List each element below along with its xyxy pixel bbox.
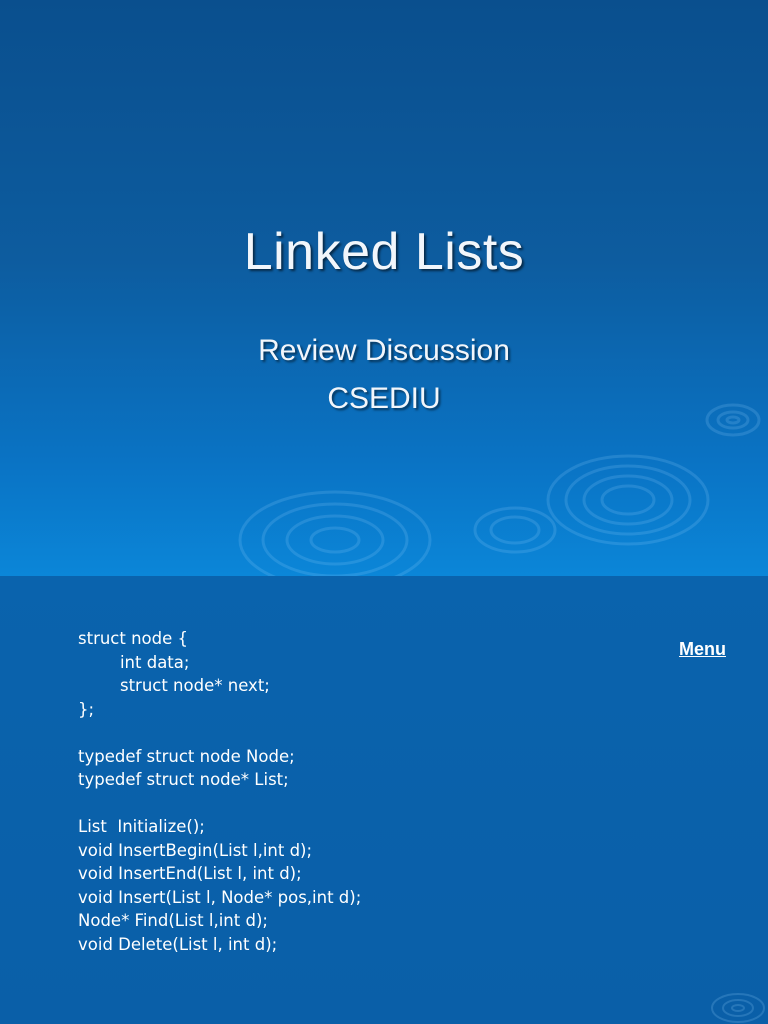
code-line: };: [78, 699, 95, 719]
code-slide: struct node { int data; struct node* nex…: [0, 576, 768, 1024]
ripple-decoration: [238, 403, 761, 576]
subtitle-review-discussion: Review Discussion: [258, 334, 510, 367]
menu-link[interactable]: Menu: [679, 639, 726, 660]
subtitle-csediu: CSEDIU: [327, 382, 441, 415]
code-line: typedef struct node Node;: [78, 746, 295, 766]
code-block: struct node { int data; struct node* nex…: [78, 627, 361, 956]
title-slide: Linked Lists Review Discussion CSEDIU: [0, 0, 768, 576]
slide-title: Linked Lists: [243, 223, 525, 281]
code-line: Node* Find(List l,int d);: [78, 911, 268, 930]
code-line: void InsertEnd(List l, int d);: [78, 864, 302, 883]
code-line: void InsertBegin(List l,int d);: [78, 840, 313, 860]
code-line: void Insert(List l, Node* pos,int d);: [78, 887, 362, 907]
code-line: int data;: [78, 652, 190, 672]
ripple-decoration-small: [711, 993, 765, 1023]
code-line: struct node* next;: [78, 676, 270, 695]
code-line: struct node {: [78, 629, 189, 648]
code-line: List Initialize();: [78, 817, 205, 836]
code-line: void Delete(List l, int d);: [78, 934, 278, 954]
code-line: typedef struct node* List;: [78, 770, 289, 789]
